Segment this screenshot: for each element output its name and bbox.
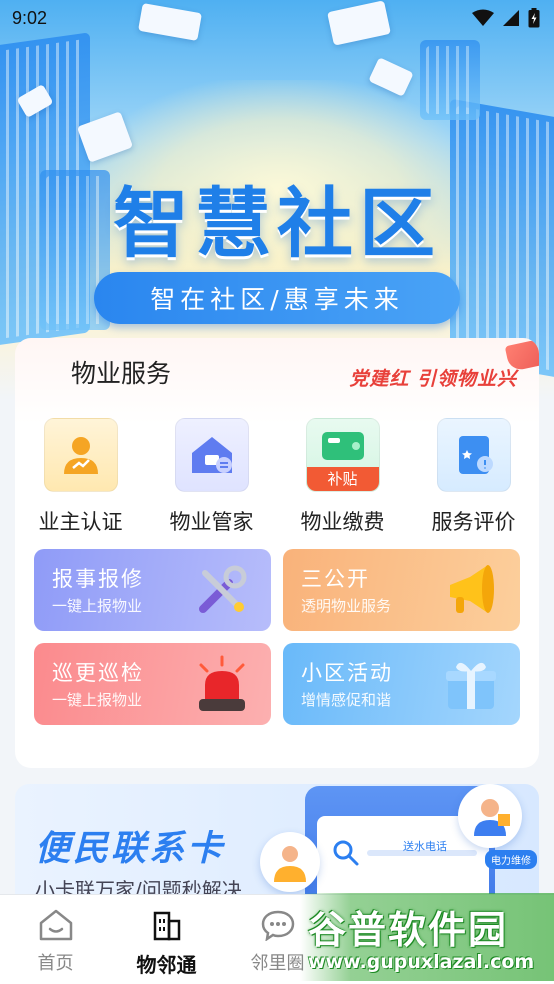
house-steward-icon xyxy=(174,418,249,492)
card-title: 报事报修 xyxy=(52,567,144,591)
service-label: 业主认证 xyxy=(38,510,123,534)
card-title: 三公开 xyxy=(301,567,370,591)
patrol-inspection-card[interactable]: 巡更巡检 一键上报物业 xyxy=(34,643,271,725)
card-subtitle: 一键上报物业 xyxy=(52,597,143,615)
nav-item-neighbor-link[interactable]: 物邻通 xyxy=(111,895,222,984)
hero-building-right-2 xyxy=(420,40,480,120)
card-title: 小区活动 xyxy=(301,661,393,685)
service-review-icon xyxy=(436,418,511,492)
service-owner-verify[interactable]: 业主认证 xyxy=(15,418,146,536)
buildings-icon xyxy=(153,911,180,941)
card-subtitle: 一键上报物业 xyxy=(52,691,143,709)
watermark-url: www.gupuxlazal.com xyxy=(308,951,535,973)
tools-icon xyxy=(199,565,247,613)
owner-verify-icon xyxy=(43,418,118,492)
watermark-title: 谷普软件园 xyxy=(308,908,509,952)
party-slogan: 党建红 引领物业兴 xyxy=(349,368,517,390)
alarm-light-icon xyxy=(199,655,245,711)
card-subtitle: 增情感促和谐 xyxy=(301,691,392,709)
search-icon xyxy=(333,840,359,866)
nav-item-home[interactable]: 首页 xyxy=(0,895,111,984)
card-title: 巡更巡检 xyxy=(52,661,144,685)
community-activity-card[interactable]: 小区活动 增情感促和谐 xyxy=(283,643,520,725)
report-repair-card[interactable]: 报事报修 一键上报物业 xyxy=(34,549,271,631)
site-watermark: 谷普软件园 www.gupuxlazal.com xyxy=(300,893,554,981)
card-subtitle: 透明物业服务 xyxy=(301,597,392,615)
nav-label: 首页 xyxy=(37,953,74,974)
wifi-icon xyxy=(472,9,494,26)
service-label: 物业缴费 xyxy=(300,510,385,534)
repairman-avatar xyxy=(458,784,522,848)
service-house-steward[interactable]: 物业管家 xyxy=(146,418,277,536)
service-property-fee[interactable]: 补贴 物业缴费 xyxy=(277,418,408,536)
nav-label: 邻里圈 xyxy=(250,953,305,974)
service-person-avatar xyxy=(260,832,320,892)
section-title: 物业服务 xyxy=(71,359,172,388)
status-time: 9:02 xyxy=(12,7,48,28)
battery-icon xyxy=(528,8,540,28)
megaphone-icon xyxy=(450,565,494,613)
hero-title: 智慧社区 xyxy=(113,179,441,268)
service-label: 物业管家 xyxy=(169,510,254,534)
gift-box-icon xyxy=(446,662,496,709)
hero-slogan: 智在社区/惠享未来 xyxy=(150,285,404,314)
home-icon xyxy=(39,909,72,941)
service-icon-grid: 业主认证 物业管家 补贴 物业缴费 服务评价 xyxy=(15,418,539,536)
wallet-subsidy-icon: 补贴 xyxy=(305,418,380,492)
power-repair-tag: 电力维修 xyxy=(485,850,537,869)
subsidy-badge: 补贴 xyxy=(306,467,379,491)
status-icons xyxy=(472,8,540,28)
signal-icon xyxy=(503,10,519,26)
three-public-card[interactable]: 三公开 透明物业服务 xyxy=(283,549,520,631)
service-review[interactable]: 服务评价 xyxy=(408,418,539,536)
water-phone-tag: 送水电话 xyxy=(403,840,447,853)
service-label: 服务评价 xyxy=(431,510,516,534)
property-services-card: 物业服务 党建红 引领物业兴 业主认证 物业管家 补贴 物业缴费 服务评价 报事… xyxy=(15,338,539,768)
status-bar: 9:02 xyxy=(0,0,554,36)
hero-slogan-pill: 智在社区/惠享未来 xyxy=(94,272,460,324)
chat-bubble-icon xyxy=(261,910,294,941)
nav-label: 物邻通 xyxy=(136,953,197,977)
banner-title: 便民联系卡 xyxy=(35,829,226,869)
